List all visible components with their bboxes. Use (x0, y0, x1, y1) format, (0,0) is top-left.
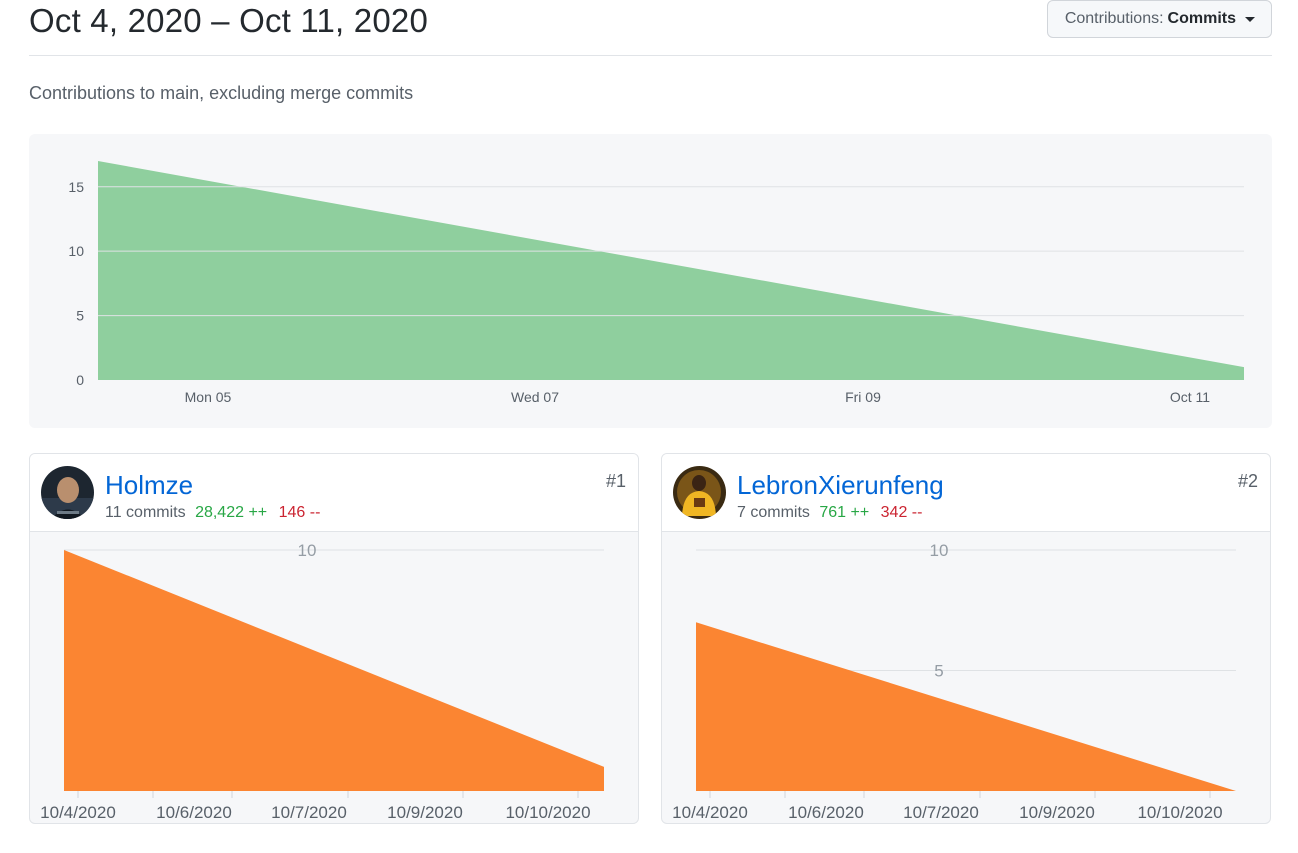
y-tick-label: 0 (76, 372, 84, 388)
contributor-1-chart-svg: 10 10/4/2020 10/6/2020 10/7/2020 10/9/2020 10… (40, 541, 604, 822)
contributor-card-header: LebronXierunfeng 7 commits 761 ++ 342 --… (662, 454, 1270, 532)
x-tick-label: 10/7/2020 (903, 803, 979, 822)
x-tick-label: 10/10/2020 (1137, 803, 1222, 822)
contributor-card-2: LebronXierunfeng 7 commits 761 ++ 342 --… (661, 453, 1271, 824)
additions-count: 761 ++ (819, 504, 870, 521)
x-tick-label: Mon 05 (185, 389, 232, 405)
contributor-name-link[interactable]: Holmze (105, 470, 193, 501)
y-tick-label: 10 (930, 541, 949, 560)
contributions-select-value: Commits (1167, 10, 1236, 27)
main-chart-svg: 0 5 10 15 Mon 05 Wed 07 Fri 09 Oct 11 (68, 161, 1244, 405)
contributor-area-series (696, 622, 1236, 791)
main-commits-chart: 0 5 10 15 Mon 05 Wed 07 Fri 09 Oct 11 (29, 134, 1272, 428)
commit-count: 11 commits (105, 504, 186, 521)
x-tick-label: 10/4/2020 (40, 803, 116, 822)
contributor-stats: 11 commits 28,422 ++ 146 -- (105, 504, 320, 522)
y-tick-label: 15 (68, 179, 84, 195)
contributor-card-header: Holmze 11 commits 28,422 ++ 146 -- #1 (30, 454, 638, 532)
y-tick-label: 5 (76, 308, 84, 324)
additions-count: 28,422 ++ (195, 504, 268, 521)
chart-subtitle: Contributions to main, excluding merge c… (29, 83, 414, 103)
contributor-area-series (64, 550, 604, 791)
x-tick-label: 10/6/2020 (156, 803, 232, 822)
deletions-count: 146 -- (278, 504, 321, 521)
x-tick-label: 10/6/2020 (788, 803, 864, 822)
x-tick-label: Wed 07 (511, 389, 559, 405)
avatar[interactable] (673, 466, 726, 519)
commit-count: 7 commits (737, 504, 810, 521)
deletions-count: 342 -- (880, 504, 923, 521)
caret-down-icon (1245, 16, 1255, 22)
y-tick-label: 10 (298, 541, 317, 560)
contributor-2-chart-svg: 5 10 10/4/2020 10/6/2020 10/7/2020 10/9/2020 1… (672, 541, 1236, 822)
contributor-name-link[interactable]: LebronXierunfeng (737, 470, 944, 501)
date-range-title: Oct 4, 2020 – Oct 11, 2020 (29, 2, 429, 39)
y-tick-label: 5 (934, 662, 943, 681)
x-tick-label: Oct 11 (1170, 389, 1210, 405)
main-area-series (98, 161, 1244, 380)
x-tick-label: 10/9/2020 (1019, 803, 1095, 822)
contributor-stats: 7 commits 761 ++ 342 -- (737, 504, 922, 522)
contributions-type-select[interactable]: Contributions: Commits (1046, 0, 1272, 38)
contributions-select-label: Contributions: (1064, 10, 1164, 27)
contributor-rank: #1 (605, 471, 626, 491)
x-tick-label: Fri 09 (845, 389, 881, 405)
x-tick-label: 10/9/2020 (387, 803, 463, 822)
contributor-rank: #2 (1237, 471, 1258, 491)
y-tick-label: 10 (68, 243, 84, 259)
page-header: Oct 4, 2020 – Oct 11, 2020 Contributions… (29, 0, 1272, 56)
x-tick-label: 10/10/2020 (505, 803, 590, 822)
avatar[interactable] (41, 466, 94, 519)
contributor-card-1: Holmze 11 commits 28,422 ++ 146 -- #1 10… (29, 453, 639, 824)
x-tick-label: 10/7/2020 (271, 803, 347, 822)
x-tick-label: 10/4/2020 (672, 803, 748, 822)
